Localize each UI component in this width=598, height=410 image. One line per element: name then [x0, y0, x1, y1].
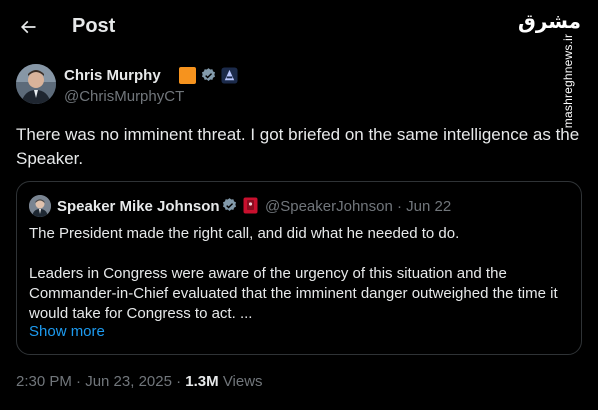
author-badges [179, 66, 238, 84]
author-display-name[interactable]: Chris Murphy [64, 67, 161, 84]
views-label: Views [222, 373, 263, 390]
government-label-icon [221, 66, 238, 84]
quoted-author-avatar [29, 195, 51, 217]
quoted-post-meta: @SpeakerJohnson · Jun 22 [265, 198, 452, 215]
author-handle[interactable]: @ChrisMurphyCT [64, 88, 184, 105]
back-button[interactable] [14, 13, 42, 41]
post-author: Chris Murphy @ChrisMurphyCT [16, 64, 518, 108]
quoted-post-text: The President made the right call, and d… [29, 224, 569, 324]
quoted-paragraph: The President made the right call, and d… [29, 225, 460, 242]
verified-badge-icon [201, 67, 216, 81]
post-meta: 2:30 PM · Jun 23, 2025 · 1.3M Views [16, 373, 263, 390]
government-seal-icon [243, 197, 258, 214]
show-more-link[interactable]: Show more [29, 323, 105, 340]
verified-badge-icon [222, 198, 237, 211]
top-bar: Post [0, 0, 598, 54]
orange-square-badge-icon [179, 66, 196, 84]
post-text: There was no imminent threat. I got brie… [16, 125, 580, 168]
watermark-logo: مشرق [517, 9, 581, 33]
quoted-author-name: Speaker Mike Johnson [57, 198, 220, 215]
page-title: Post [72, 15, 116, 37]
watermark-url: mashreghnews.ir [560, 33, 575, 129]
back-arrow-icon [20, 20, 36, 34]
quoted-paragraph: Leaders in Congress were aware of the ur… [29, 265, 558, 322]
avatar[interactable] [16, 64, 56, 104]
post-timestamp[interactable]: 2:30 PM · Jun 23, 2025 [16, 373, 172, 390]
views-count: 1.3M [185, 373, 219, 390]
watermark: مشرق mashreghnews.ir [518, 10, 581, 128]
quoted-author-badges [221, 197, 258, 214]
quoted-post-card[interactable]: Speaker Mike Johnson @SpeakerJohnson · J… [16, 181, 582, 355]
quoted-avatar-image [29, 195, 51, 217]
meta-separator: · [171, 373, 186, 390]
avatar-image [16, 64, 56, 104]
